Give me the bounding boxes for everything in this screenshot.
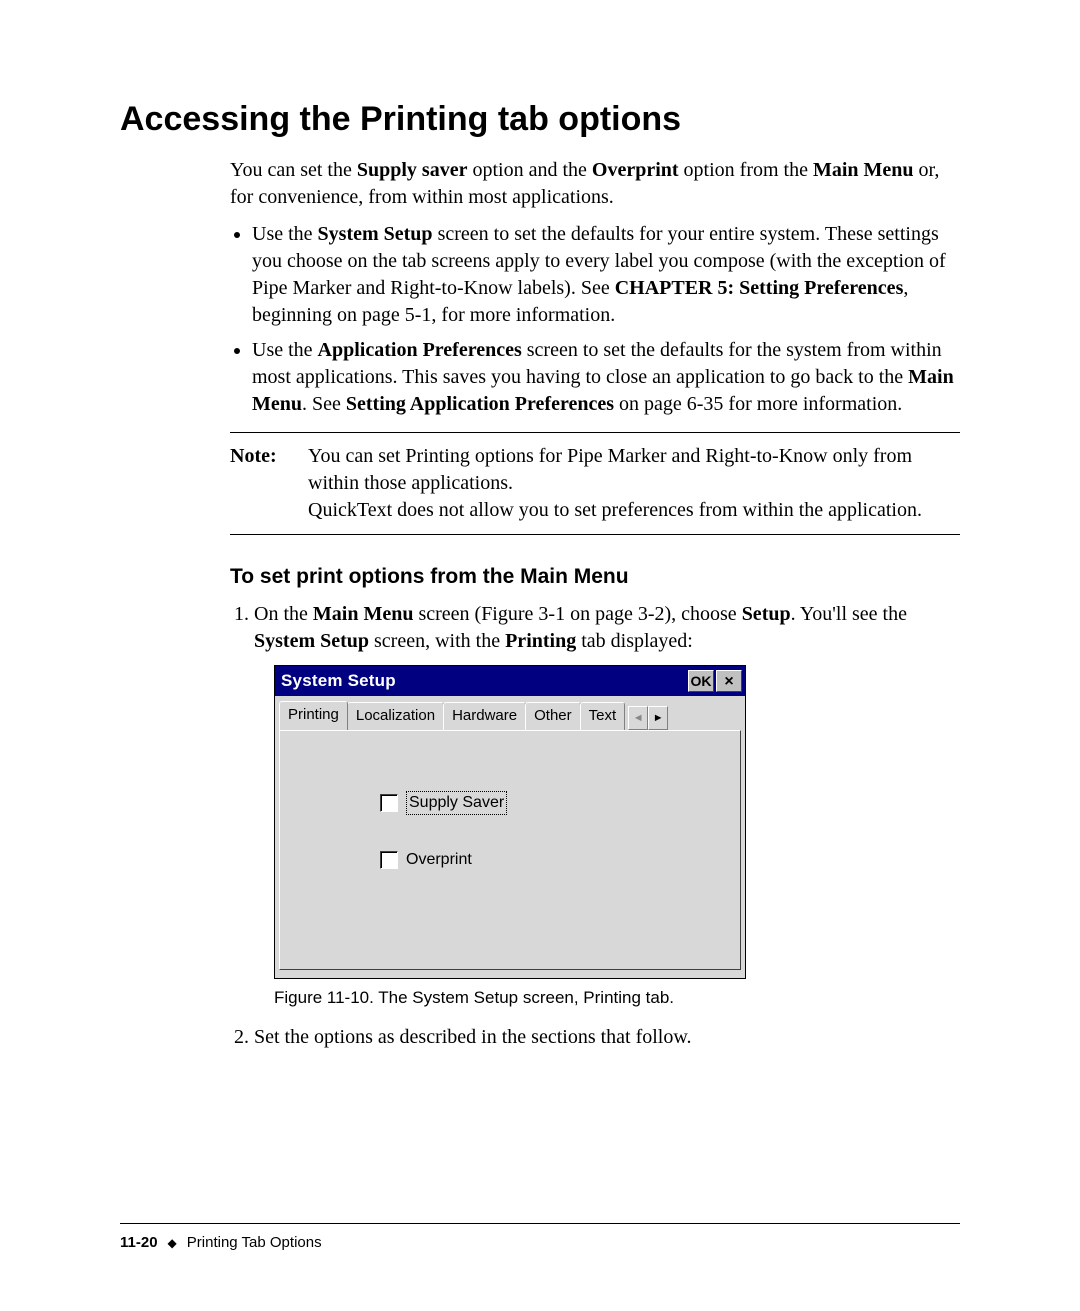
tab-hardware[interactable]: Hardware [443, 702, 526, 730]
bullet-list: Use the System Setup screen to set the d… [230, 221, 960, 418]
bold-system-setup: System Setup [254, 630, 369, 652]
bold-chapter5: CHAPTER 5: Setting Preferences [615, 277, 904, 299]
close-button[interactable]: × [716, 670, 742, 692]
checkbox-icon [380, 794, 398, 812]
bold-printing: Printing [505, 630, 576, 652]
text: Use the [252, 223, 318, 245]
footer-section-title: Printing Tab Options [187, 1234, 322, 1251]
window-title: System Setup [281, 670, 396, 693]
overprint-checkbox[interactable]: Overprint [380, 849, 740, 871]
bold-supply-saver: Supply saver [357, 159, 468, 181]
text: . You'll see the [791, 603, 907, 625]
divider [230, 534, 960, 535]
page-number: 11-20 [120, 1234, 158, 1251]
note-text: You can set Printing options for Pipe Ma… [308, 443, 960, 524]
text: option from the [679, 159, 813, 181]
note-line1: You can set Printing options for Pipe Ma… [308, 443, 960, 497]
text: screen (Figure 3-1 on page 3-2), choose [413, 603, 741, 625]
tab-localization[interactable]: Localization [347, 702, 444, 730]
body-content: You can set the Supply saver option and … [230, 157, 960, 1051]
bullet-item-1: Use the System Setup screen to set the d… [252, 221, 960, 329]
tab-scroll-right[interactable]: ► [648, 706, 668, 730]
tab-text[interactable]: Text [580, 702, 626, 730]
titlebar: System Setup OK × [275, 666, 745, 696]
tab-printing[interactable]: Printing [279, 701, 348, 730]
tab-scroll-left[interactable]: ◄ [628, 706, 648, 730]
note-line2: QuickText does not allow you to set pref… [308, 497, 960, 524]
bold-main-menu: Main Menu [313, 603, 414, 625]
bold-app-prefs: Application Preferences [318, 339, 522, 361]
checkbox-icon [380, 851, 398, 869]
bold-main-menu: Main Menu [813, 159, 914, 181]
supply-saver-checkbox[interactable]: Supply Saver [380, 791, 740, 815]
text: . See [302, 393, 346, 415]
divider [230, 432, 960, 433]
text: Use the [252, 339, 318, 361]
text: You can set the [230, 159, 357, 181]
tab-strip: Printing Localization Hardware Other Tex… [275, 696, 745, 730]
bold-setting-app-prefs: Setting Application Preferences [346, 393, 614, 415]
steps-list: On the Main Menu screen (Figure 3-1 on p… [230, 601, 960, 1051]
bold-setup: Setup [742, 603, 791, 625]
text: tab displayed: [576, 630, 693, 652]
text: on page 6-35 for more information. [614, 393, 902, 415]
text: option and the [467, 159, 591, 181]
ok-button[interactable]: OK [688, 670, 714, 692]
text: On the [254, 603, 313, 625]
bold-system-setup: System Setup [318, 223, 433, 245]
note-label: Note: [230, 443, 290, 524]
bullet-item-2: Use the Application Preferences screen t… [252, 337, 960, 418]
step-1: On the Main Menu screen (Figure 3-1 on p… [254, 601, 960, 1010]
tab-body-printing: Supply Saver Overprint [279, 730, 741, 970]
system-setup-window: System Setup OK × Printing Localization … [274, 665, 746, 979]
diamond-icon: ◆ [168, 1236, 177, 1250]
text: screen, with the [369, 630, 505, 652]
sub-heading: To set print options from the Main Menu [230, 563, 960, 591]
bold-overprint: Overprint [592, 159, 679, 181]
overprint-label: Overprint [406, 849, 472, 871]
note-block: Note: You can set Printing options for P… [230, 443, 960, 524]
intro-paragraph: You can set the Supply saver option and … [230, 157, 960, 211]
figure-caption: Figure 11-10. The System Setup screen, P… [274, 987, 960, 1010]
step-2: Set the options as described in the sect… [254, 1024, 960, 1051]
page-footer: 11-20 ◆ Printing Tab Options [120, 1223, 960, 1251]
supply-saver-label: Supply Saver [406, 791, 507, 815]
page-heading: Accessing the Printing tab options [120, 100, 960, 139]
tab-other[interactable]: Other [525, 702, 581, 730]
